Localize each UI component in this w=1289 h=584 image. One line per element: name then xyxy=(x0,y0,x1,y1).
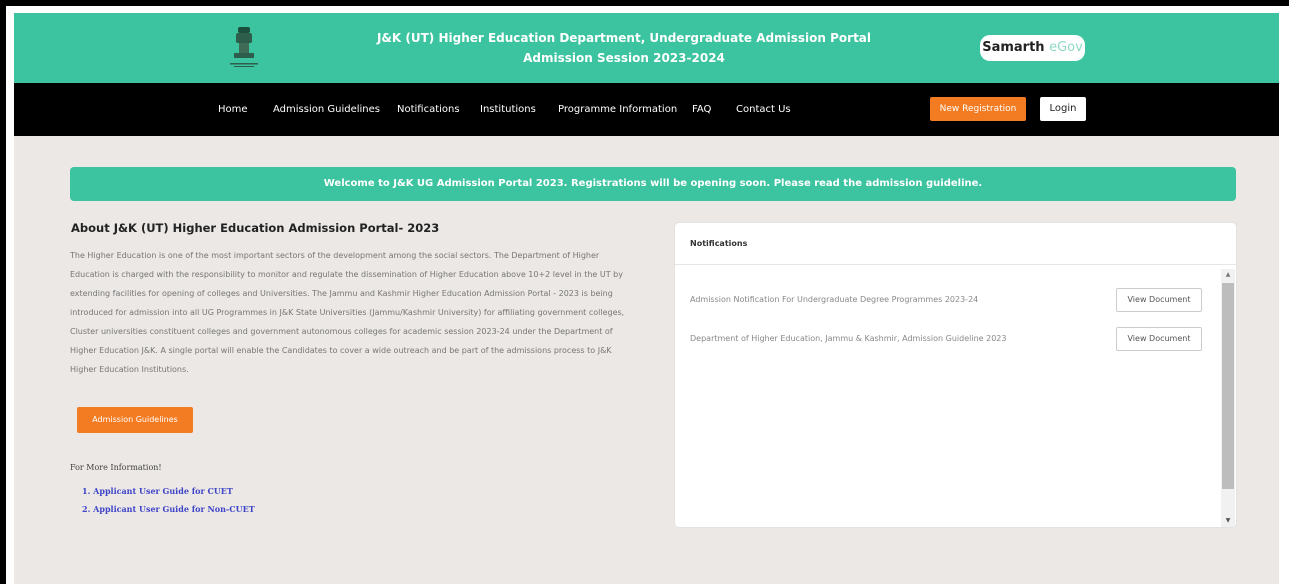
notification-text: Department of Higher Education, Jammu & … xyxy=(690,334,1007,343)
nav-home[interactable]: Home xyxy=(218,83,248,136)
site-header: J&K (UT) Higher Education Department, Un… xyxy=(14,13,1279,83)
brand-main: Samarth xyxy=(982,40,1045,55)
header-title-line1: J&K (UT) Higher Education Department, Un… xyxy=(376,31,872,45)
about-title: About J&K (UT) Higher Education Admissio… xyxy=(71,221,440,235)
about-line: Higher Education Institutions. xyxy=(70,365,189,374)
about-line: extending facilities for opening of coll… xyxy=(70,289,613,298)
login-button[interactable]: Login xyxy=(1040,97,1086,121)
notifications-card: Notifications Admission Notification For… xyxy=(674,222,1237,528)
notification-item: Admission Notification For Undergraduate… xyxy=(690,288,1210,312)
nav-contact-us[interactable]: Contact Us xyxy=(736,83,791,136)
view-document-button[interactable]: View Document xyxy=(1116,288,1202,312)
header-title-line2: Admission Session 2023-2024 xyxy=(523,51,725,65)
about-line: Higher Education J&K. A single portal wi… xyxy=(70,346,612,355)
nav-notifications[interactable]: Notifications xyxy=(397,83,460,136)
cuet-guide-link[interactable]: 1. Applicant User Guide for CUET xyxy=(82,482,255,500)
scroll-down-icon[interactable]: ▼ xyxy=(1221,515,1235,527)
nav-admission-guidelines[interactable]: Admission Guidelines xyxy=(273,83,380,136)
header-title: J&K (UT) Higher Education Department, Un… xyxy=(374,28,874,68)
welcome-banner: Welcome to J&K UG Admission Portal 2023.… xyxy=(70,167,1236,201)
scroll-up-icon[interactable]: ▲ xyxy=(1221,269,1235,281)
scroll-thumb[interactable] xyxy=(1222,283,1234,489)
nav-institutions[interactable]: Institutions xyxy=(480,83,536,136)
main-nav: Home Admission Guidelines Notifications … xyxy=(14,83,1279,136)
notifications-scrollbar[interactable]: ▲ ▼ xyxy=(1221,269,1235,527)
notification-item: Department of Higher Education, Jammu & … xyxy=(690,327,1210,351)
notification-text: Admission Notification For Undergraduate… xyxy=(690,295,979,304)
nav-programme-information[interactable]: Programme Information xyxy=(558,83,677,136)
non-cuet-guide-link[interactable]: 2. Applicant User Guide for Non-CUET xyxy=(82,500,255,518)
national-emblem-icon xyxy=(230,27,258,67)
about-line: Cluster universities constituent college… xyxy=(70,327,613,336)
brand-sub: eGov xyxy=(1049,40,1083,55)
new-registration-button[interactable]: New Registration xyxy=(930,97,1026,121)
nav-faq[interactable]: FAQ xyxy=(692,83,711,136)
about-paragraph: The Higher Education is one of the most … xyxy=(70,246,658,379)
about-line: introduced for admission into all UG Pro… xyxy=(70,308,625,317)
about-line: Education is charged with the responsibi… xyxy=(70,270,623,279)
more-info-label: For More Information! xyxy=(70,463,162,472)
notifications-title: Notifications xyxy=(675,223,1236,265)
more-info-links: 1. Applicant User Guide for CUET 2. Appl… xyxy=(82,482,255,518)
admission-guidelines-button[interactable]: Admission Guidelines xyxy=(77,407,193,433)
page: J&K (UT) Higher Education Department, Un… xyxy=(14,13,1279,584)
about-line: The Higher Education is one of the most … xyxy=(70,251,600,260)
view-document-button[interactable]: View Document xyxy=(1116,327,1202,351)
samarth-egov-logo[interactable]: Samarth eGov xyxy=(980,35,1085,61)
